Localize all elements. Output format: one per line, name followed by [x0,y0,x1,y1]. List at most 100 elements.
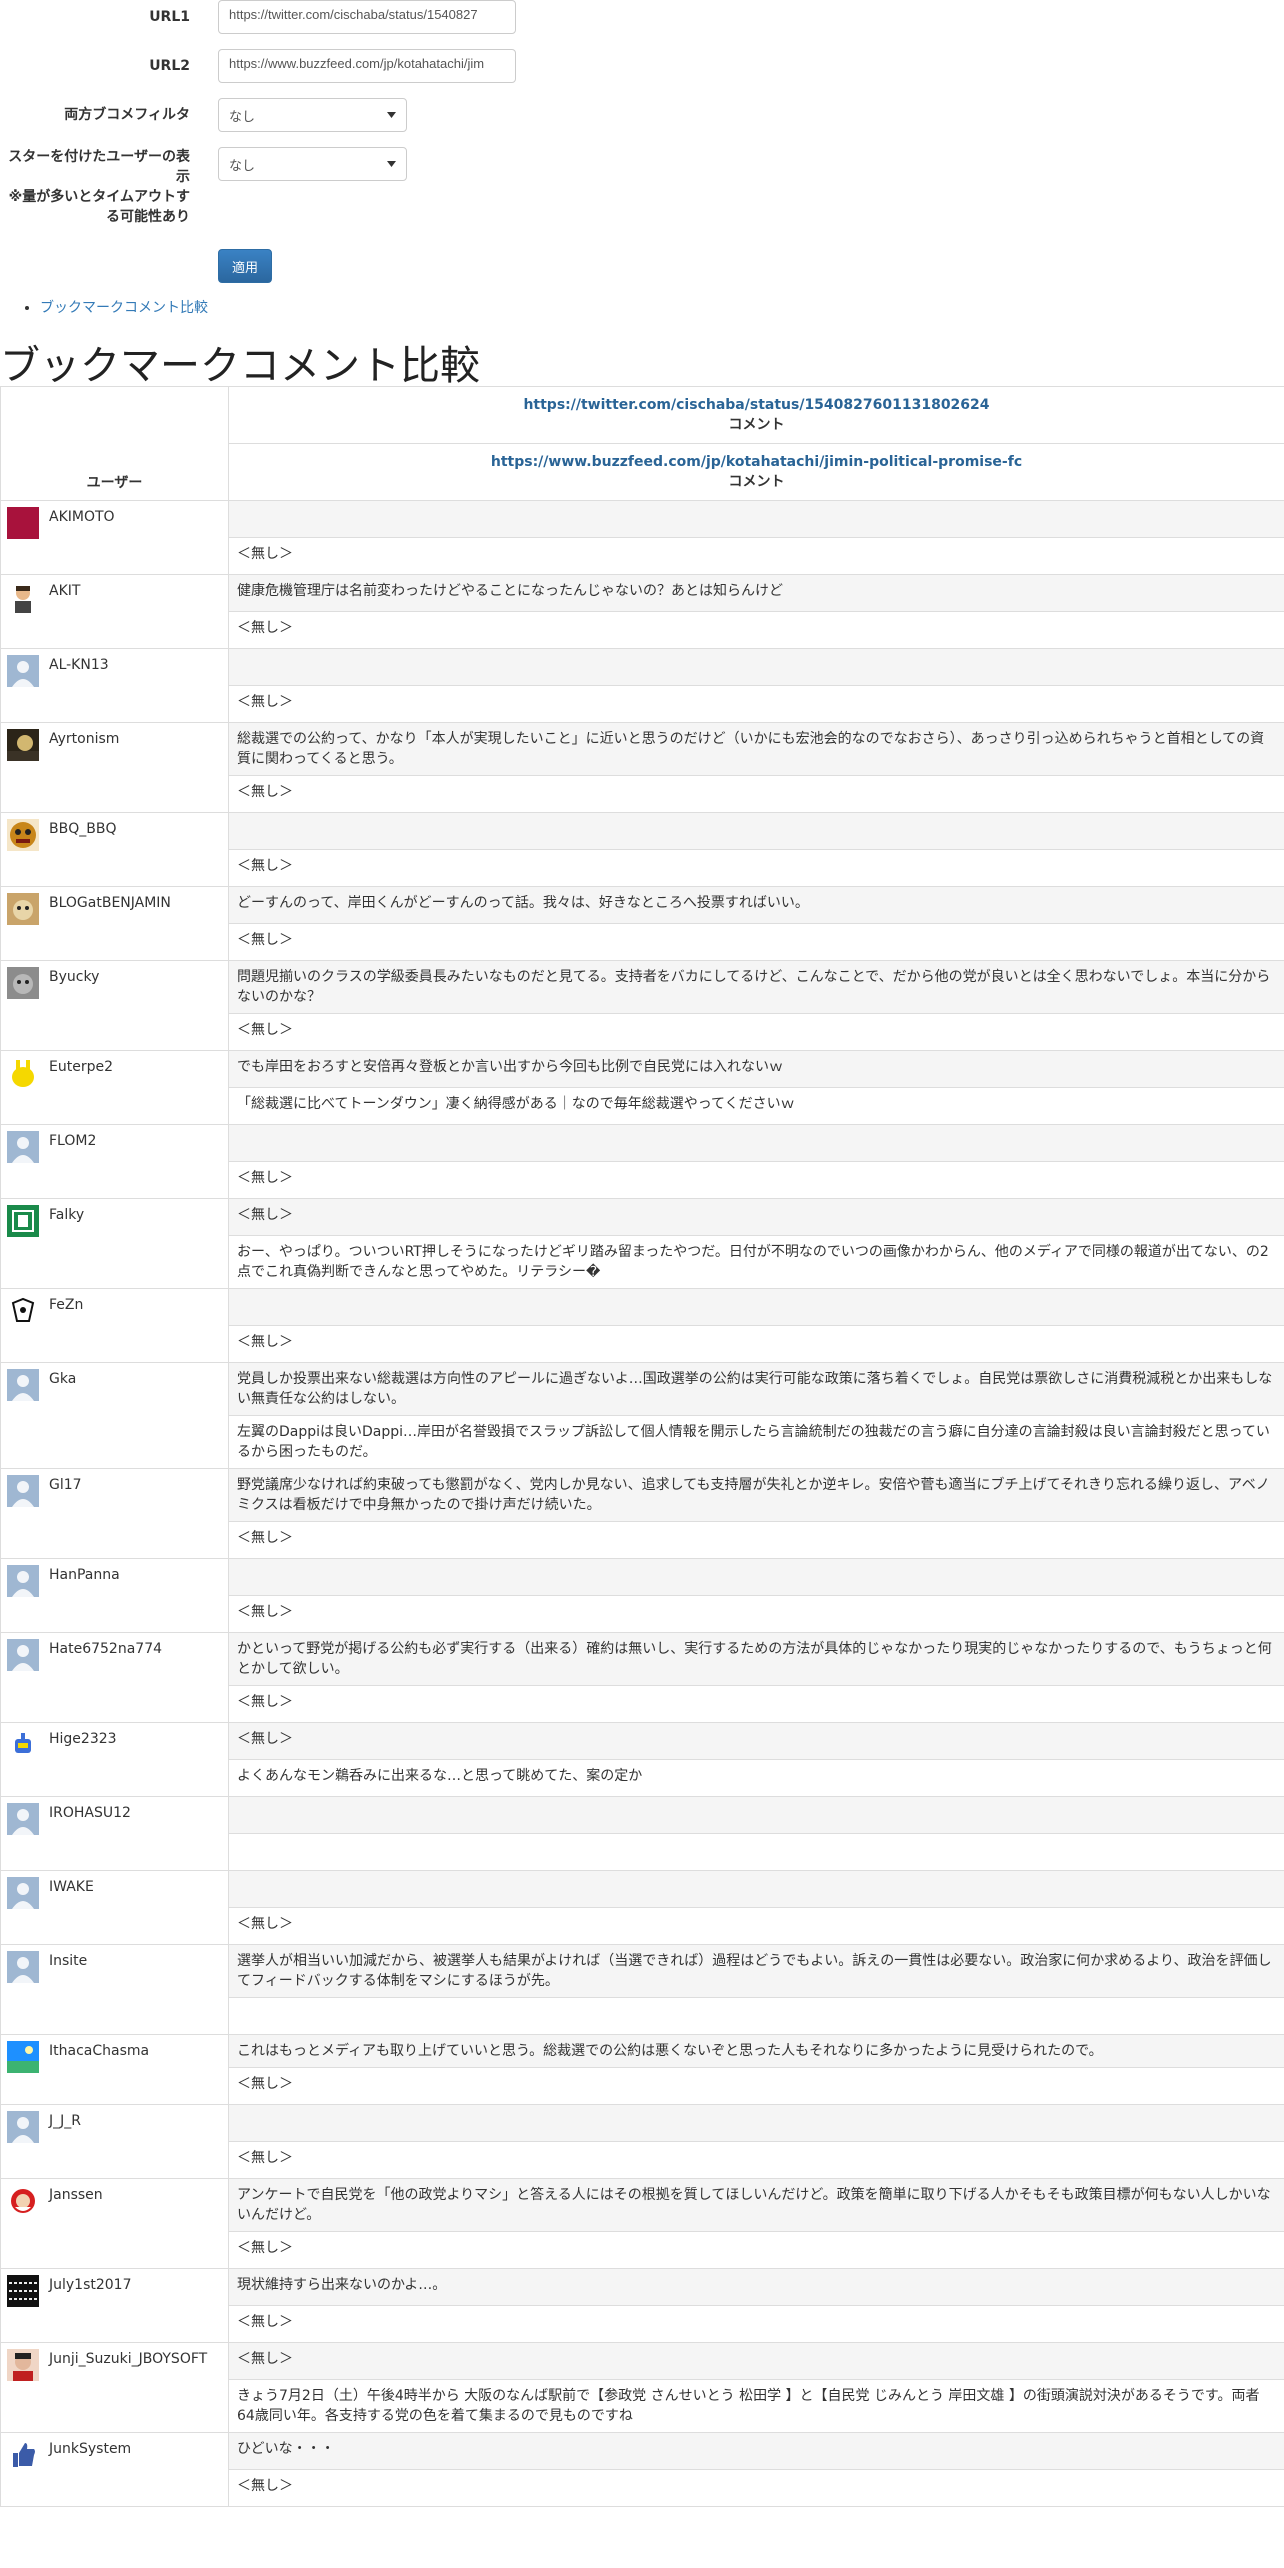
star-select[interactable]: なし [218,147,407,181]
avatar[interactable] [7,1475,39,1507]
avatar[interactable] [7,2185,39,2217]
table-row: Janssen アンケートで自民党を「他の政党よりマシ」と答える人にはその根拠を質… [0,2178,1284,2269]
avatar[interactable] [7,2111,39,2143]
user-cell: J_J_R [0,2104,229,2179]
url2-header-link[interactable]: https://www.buzzfeed.com/jp/kotahatachi/… [233,452,1280,472]
filter-label: 両方ブコメフィルタ [64,107,190,123]
table-row: FLOM2 [0,1124,1284,1199]
user-name[interactable]: IWAKE [49,1877,94,1909]
user-name[interactable]: Falky [49,1205,84,1237]
avatar[interactable] [7,819,39,851]
breadcrumb-item: ブックマークコメント比較 [40,297,208,317]
url1-label: URL1 [149,9,190,25]
table-row: AKIMOTO [0,500,1284,575]
user-name[interactable]: Janssen [49,2185,103,2217]
user-name[interactable]: BLOGatBENJAMIN [49,893,171,925]
filter-select-value: なし [229,108,256,124]
star-label: スターを付けたユーザーの表 示 ※量が多いとタイムアウトす る可能性あり [8,149,190,225]
table-row: AL-KN13 [0,648,1284,723]
url1-input[interactable]: https://twitter.com/cischaba/status/1540… [218,0,516,34]
user-name[interactable]: July1st2017 [49,2275,132,2307]
user-cell: Euterpe2 [0,1050,229,1125]
user-name[interactable]: HanPanna [49,1565,120,1597]
breadcrumb-link[interactable]: ブックマークコメント比較 [40,300,208,316]
user-name[interactable]: AL-KN13 [49,655,109,687]
user-name[interactable]: Insite [49,1951,87,1983]
user-name[interactable]: Gka [49,1369,76,1401]
avatar[interactable] [7,1369,39,1401]
user-name[interactable]: Ayrtonism [49,729,119,761]
comment-url2: ＜無し＞ [228,923,1284,961]
avatar[interactable] [7,2439,39,2471]
avatar[interactable] [7,581,39,613]
user-name[interactable]: J_J_R [49,2111,81,2143]
user-name[interactable]: IthacaChasma [49,2041,149,2073]
table-row: Byucky 問題児揃いのクラスの学級委員長みたいなものだと見てる。支持者をバカに… [0,960,1284,1051]
user-cell: Insite [0,1944,229,2035]
avatar[interactable] [7,1951,39,1983]
avatar[interactable] [7,729,39,761]
avatar[interactable] [7,2349,39,2381]
user-name[interactable]: AKIMOTO [49,507,115,539]
comment-url2: ＜無し＞ [228,1685,1284,1723]
avatar[interactable] [7,1295,39,1327]
table-row: Gl17 野党議席少なければ約束破っても懲罰がなく、党内しか見ない、追求しても支持… [0,1468,1284,1559]
comment-url2: 「総裁選に比べてトーンダウン」凄く納得感がある｜なので毎年総裁選やってくださいｗ [228,1087,1284,1125]
comment-url1: ＜無し＞ [228,2342,1284,2380]
url1-header: https://twitter.com/cischaba/status/1540… [228,386,1284,444]
user-name[interactable]: AKIT [49,581,80,613]
user-cell: HanPanna [0,1558,229,1633]
user-name[interactable]: FeZn [49,1295,83,1327]
comment-url2 [228,1997,1284,2035]
avatar[interactable] [7,1877,39,1909]
url2-header: https://www.buzzfeed.com/jp/kotahatachi/… [228,443,1284,501]
avatar[interactable] [7,1729,39,1761]
avatar[interactable] [7,2275,39,2307]
table-row: Falky ＜無し＞ [0,1198,1284,1289]
avatar[interactable] [7,507,39,539]
comment-url1 [228,1796,1284,1834]
user-name[interactable]: Byucky [49,967,99,999]
avatar[interactable] [7,1565,39,1597]
comment-header: コメント [728,417,785,433]
user-name[interactable]: BBQ_BBQ [49,819,116,851]
user-name[interactable]: FLOM2 [49,1131,96,1163]
filter-select[interactable]: なし [218,98,407,132]
table-row: AKIT 健康危機管理庁は名前変わったけどやることになったんじゃないの？あとは知ら… [0,574,1284,649]
comment-url2: ＜無し＞ [228,1013,1284,1051]
comment-url2: ＜無し＞ [228,537,1284,575]
star-select-value: なし [229,157,256,173]
table-row: Hige2323 ＜無し＞ [0,1722,1284,1797]
user-name[interactable]: Euterpe2 [49,1057,113,1089]
user-name[interactable]: Hate6752na774 [49,1639,162,1671]
user-name[interactable]: Junji_Suzuki_JBOYSOFT [49,2349,207,2381]
user-name[interactable]: IROHASU12 [49,1803,131,1835]
table-row: Ayrtonism 総裁選での公約って、かなり「本人が実現したいこと」に近いと思う… [0,722,1284,813]
comment-url2: ＜無し＞ [228,2141,1284,2179]
user-column-header: ユーザー [0,386,229,501]
comment-url1: 総裁選での公約って、かなり「本人が実現したいこと」に近いと思うのだけど（いかにも… [228,722,1284,776]
url2-input[interactable]: https://www.buzzfeed.com/jp/kotahatachi/… [218,49,516,83]
user-cell: IthacaChasma [0,2034,229,2105]
user-cell: FLOM2 [0,1124,229,1199]
avatar[interactable] [7,1639,39,1671]
avatar[interactable] [7,2041,39,2073]
apply-button[interactable]: 適用 [218,249,272,283]
user-name[interactable]: Gl17 [49,1475,82,1507]
user-name[interactable]: Hige2323 [49,1729,117,1761]
avatar[interactable] [7,655,39,687]
table-row: Gka 党員しか投票出来ない総裁選は方向性のアピールに過ぎないよ…国政選挙の公約は… [0,1362,1284,1469]
avatar[interactable] [7,893,39,925]
url1-header-link[interactable]: https://twitter.com/cischaba/status/1540… [233,395,1280,415]
user-cell: BLOGatBENJAMIN [0,886,229,961]
user-name[interactable]: JunkSystem [49,2439,131,2471]
table-row: BBQ_BBQ [0,812,1284,887]
avatar[interactable] [7,1131,39,1163]
avatar[interactable] [7,1057,39,1089]
user-cell: Byucky [0,960,229,1051]
table-row: July1st2017 現状維持すら出来ないのかよ…。 [0,2268,1284,2343]
avatar[interactable] [7,1205,39,1237]
comment-url1: アンケートで自民党を「他の政党よりマシ」と答える人にはその根拠を質してほしいんだ… [228,2178,1284,2232]
avatar[interactable] [7,1803,39,1835]
avatar[interactable] [7,967,39,999]
